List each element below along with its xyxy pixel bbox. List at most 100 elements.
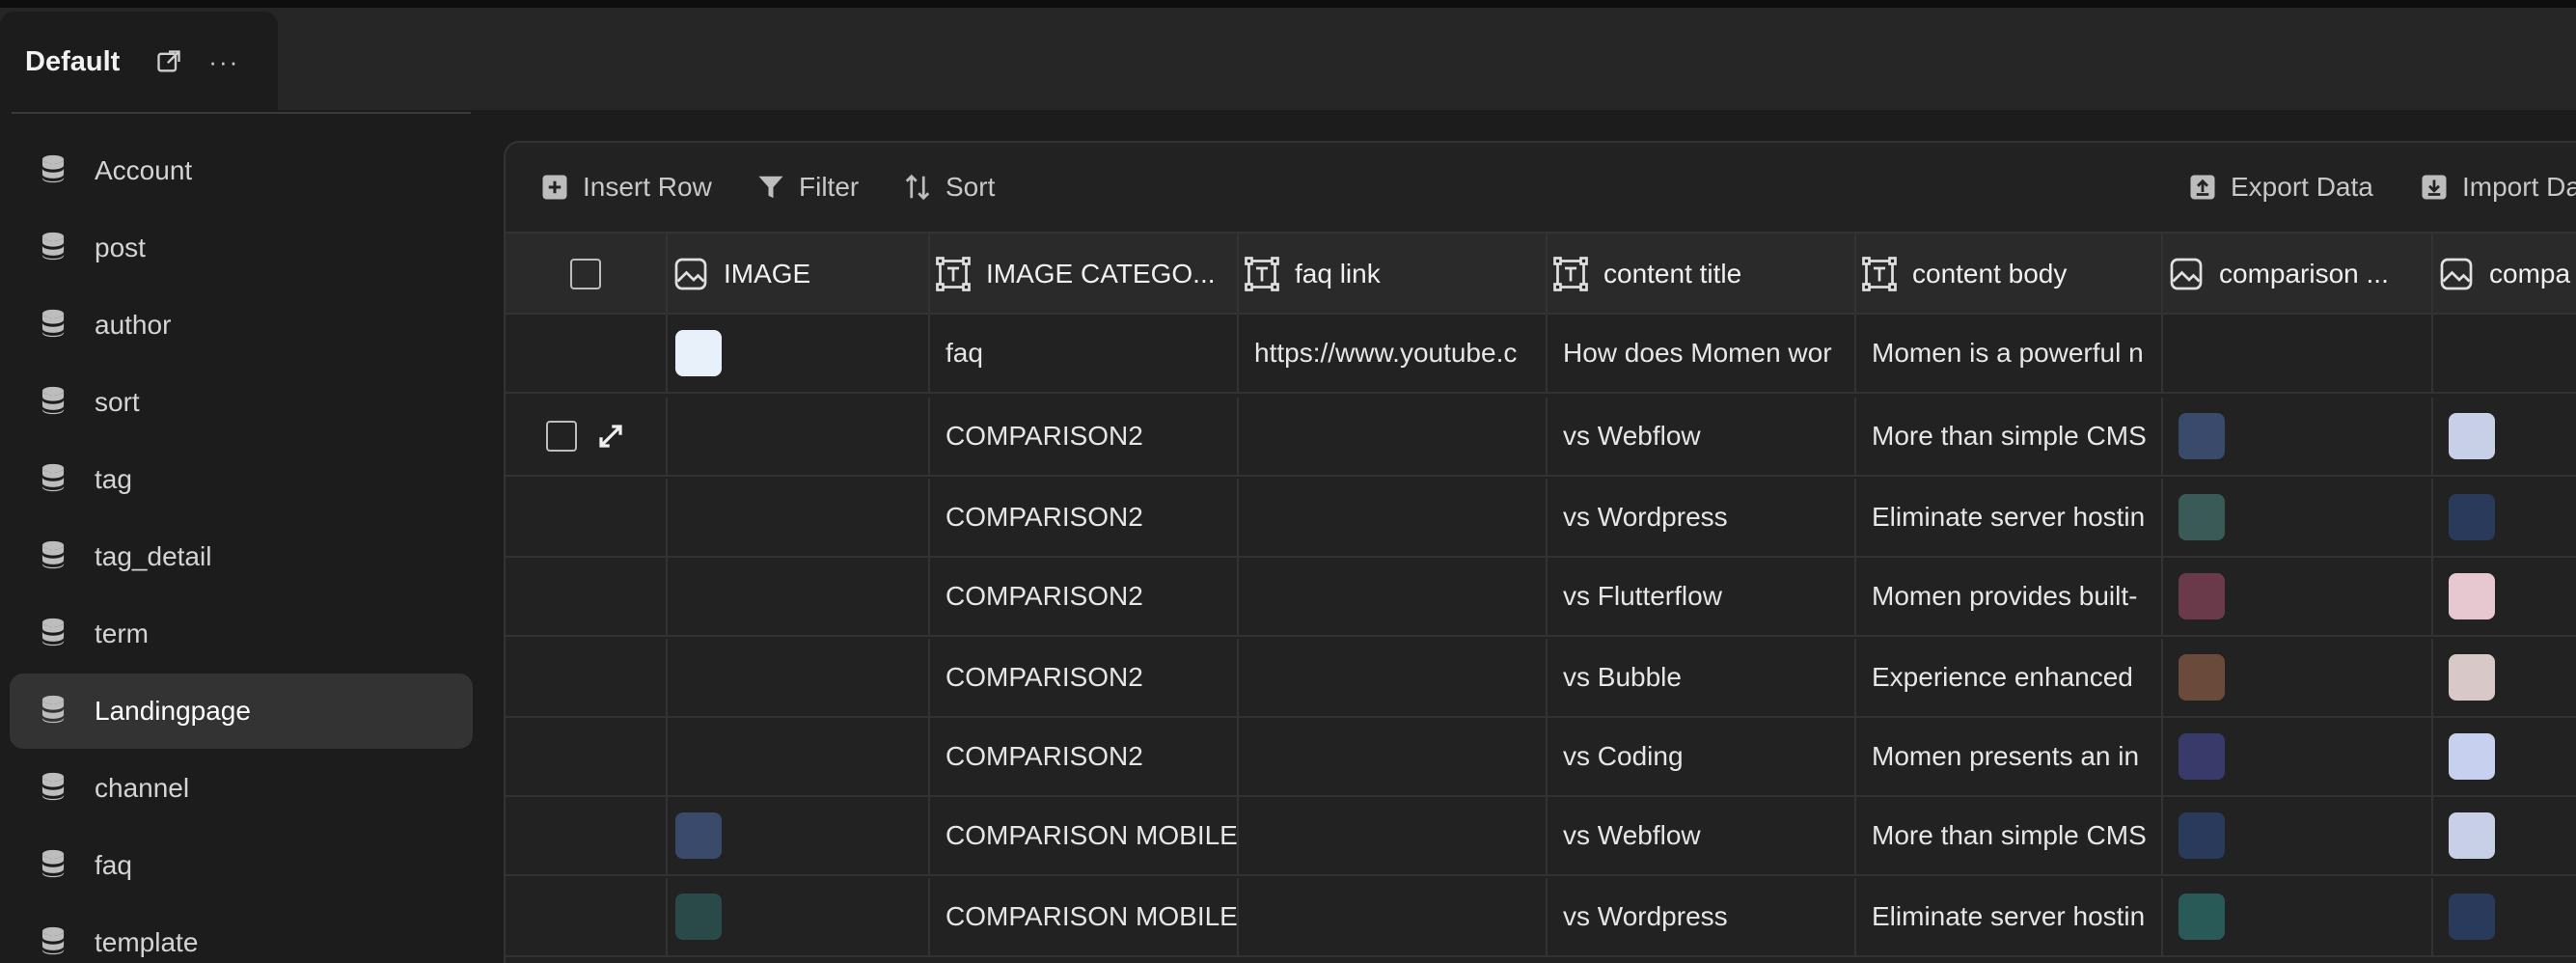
text-cell[interactable]: More than simple CMS <box>1856 797 2163 874</box>
sidebar-item-channel[interactable]: channel <box>10 751 473 826</box>
sidebar-item-faq[interactable]: faq <box>10 828 473 903</box>
table-row[interactable]: COMPARISON MOBILE vs Webflow More than sim… <box>506 797 2576 876</box>
image-cell[interactable] <box>2433 315 2576 392</box>
image-cell[interactable] <box>668 558 930 635</box>
cell-value: Momen presents an in <box>1872 741 2140 771</box>
text-cell[interactable]: COMPARISON2 <box>930 479 1239 556</box>
text-cell[interactable]: vs Wordpress <box>1548 878 1856 955</box>
sidebar-item-account[interactable]: Account <box>10 133 473 208</box>
sidebar-item-template[interactable]: template <box>10 905 473 963</box>
database-icon <box>39 231 68 266</box>
text-cell[interactable]: How does Momen wor <box>1548 315 1856 392</box>
text-cell[interactable]: COMPARISON2 <box>930 558 1239 635</box>
text-cell[interactable]: COMPARISON2 <box>930 718 1239 795</box>
select-all-checkbox[interactable] <box>570 259 601 289</box>
text-cell[interactable]: vs Webflow <box>1548 398 1856 475</box>
text-cell[interactable]: vs Flutterflow <box>1548 558 1856 635</box>
text-cell[interactable]: vs Coding <box>1548 718 1856 795</box>
sidebar-item-landingpage[interactable]: Landingpage <box>10 674 473 749</box>
image-cell[interactable] <box>2433 878 2576 955</box>
text-cell[interactable]: vs Webflow <box>1548 797 1856 874</box>
image-cell[interactable] <box>2163 315 2433 392</box>
column-header[interactable]: content title <box>1548 234 1856 315</box>
text-cell[interactable] <box>1239 718 1548 795</box>
text-cell[interactable]: https://www.youtube.c <box>1239 315 1548 392</box>
image-cell[interactable] <box>2163 398 2433 475</box>
text-cell[interactable]: Eliminate server hostin <box>1856 479 2163 556</box>
column-header[interactable]: faq link <box>1239 234 1548 315</box>
tab-default[interactable]: Default ··· <box>0 12 278 112</box>
image-cell[interactable] <box>2433 479 2576 556</box>
text-cell[interactable]: vs Wordpress <box>1548 479 1856 556</box>
text-cell[interactable]: COMPARISON MOBILE <box>930 797 1239 874</box>
column-header[interactable]: IMAGE CATEGO... <box>930 234 1239 315</box>
text-cell[interactable]: COMPARISON2 <box>930 639 1239 716</box>
export-data-button[interactable]: Export Data <box>2188 143 2373 232</box>
table-row[interactable]: COMPARISON2 vs Flutterflow Momen provides … <box>506 558 2576 637</box>
text-cell[interactable] <box>1239 878 1548 955</box>
text-cell[interactable]: faq <box>930 315 1239 392</box>
thumbnail-image <box>675 330 722 376</box>
column-header[interactable]: comparison ... <box>2163 234 2433 315</box>
image-cell[interactable] <box>2163 479 2433 556</box>
image-cell[interactable] <box>668 797 930 874</box>
image-cell[interactable] <box>2433 639 2576 716</box>
expand-row-icon[interactable] <box>596 422 625 451</box>
text-cell[interactable]: Momen presents an in <box>1856 718 2163 795</box>
text-cell[interactable]: COMPARISON2 <box>930 398 1239 475</box>
image-cell[interactable] <box>668 398 930 475</box>
sidebar-item-post[interactable]: post <box>10 210 473 286</box>
text-cell[interactable]: COMPARISON MOBILE <box>930 878 1239 955</box>
text-cell[interactable]: Experience enhanced <box>1856 639 2163 716</box>
text-cell[interactable]: vs Bubble <box>1548 639 1856 716</box>
column-header[interactable]: compa <box>2433 234 2576 315</box>
table-row[interactable]: COMPARISON2 vs Wordpress Eliminate server … <box>506 479 2576 558</box>
sidebar-item-term[interactable]: term <box>10 596 473 672</box>
image-cell[interactable] <box>2163 639 2433 716</box>
image-cell[interactable] <box>2163 878 2433 955</box>
text-cell[interactable]: Eliminate server hostin <box>1856 878 2163 955</box>
sort-button[interactable]: Sort <box>903 143 995 232</box>
image-cell[interactable] <box>2163 718 2433 795</box>
text-cell[interactable] <box>1239 558 1548 635</box>
image-cell[interactable] <box>2433 398 2576 475</box>
image-cell[interactable] <box>2433 797 2576 874</box>
import-data-button[interactable]: Import Da <box>2420 143 2576 232</box>
filter-label: Filter <box>799 172 860 202</box>
sidebar-item-author[interactable]: author <box>10 288 473 363</box>
text-cell[interactable]: More than simple CMS <box>1856 398 2163 475</box>
text-cell[interactable] <box>1239 479 1548 556</box>
row-checkbox[interactable] <box>546 421 577 452</box>
table-row[interactable]: COMPARISON2 vs Bubble Experience enhanced <box>506 639 2576 718</box>
image-cell[interactable] <box>668 315 930 392</box>
table-row[interactable]: faq https://www.youtube.c How does Momen w… <box>506 315 2576 394</box>
image-cell[interactable] <box>2433 558 2576 635</box>
image-cell[interactable] <box>2433 718 2576 795</box>
more-options-icon[interactable]: ··· <box>208 49 239 74</box>
image-cell[interactable] <box>668 878 930 955</box>
table-row[interactable]: COMPARISON2 vs Coding Momen presents an in <box>506 718 2576 797</box>
thumbnail-image <box>2179 894 2225 940</box>
table-row[interactable]: COMPARISON2 vs Webflow More than simple CM… <box>506 398 2576 477</box>
column-header-label: faq link <box>1295 259 1381 289</box>
external-link-icon[interactable] <box>154 47 183 76</box>
filter-icon <box>758 176 783 199</box>
sidebar-item-sort[interactable]: sort <box>10 365 473 440</box>
image-cell[interactable] <box>668 479 930 556</box>
image-cell[interactable] <box>2163 797 2433 874</box>
text-cell[interactable] <box>1239 797 1548 874</box>
text-cell[interactable] <box>1239 398 1548 475</box>
image-cell[interactable] <box>668 639 930 716</box>
text-cell[interactable]: Momen is a powerful n <box>1856 315 2163 392</box>
text-cell[interactable] <box>1239 639 1548 716</box>
image-cell[interactable] <box>668 718 930 795</box>
insert-row-button[interactable]: Insert Row <box>540 143 712 232</box>
column-header[interactable]: content body <box>1856 234 2163 315</box>
image-cell[interactable] <box>2163 558 2433 635</box>
sidebar-item-tag_detail[interactable]: tag_detail <box>10 519 473 594</box>
filter-button[interactable]: Filter <box>756 143 859 232</box>
sidebar-item-tag[interactable]: tag <box>10 442 473 517</box>
text-cell[interactable]: Momen provides built- <box>1856 558 2163 635</box>
column-header[interactable]: IMAGE <box>668 234 930 315</box>
table-row[interactable]: COMPARISON MOBILE vs Wordpress Eliminate s… <box>506 878 2576 957</box>
